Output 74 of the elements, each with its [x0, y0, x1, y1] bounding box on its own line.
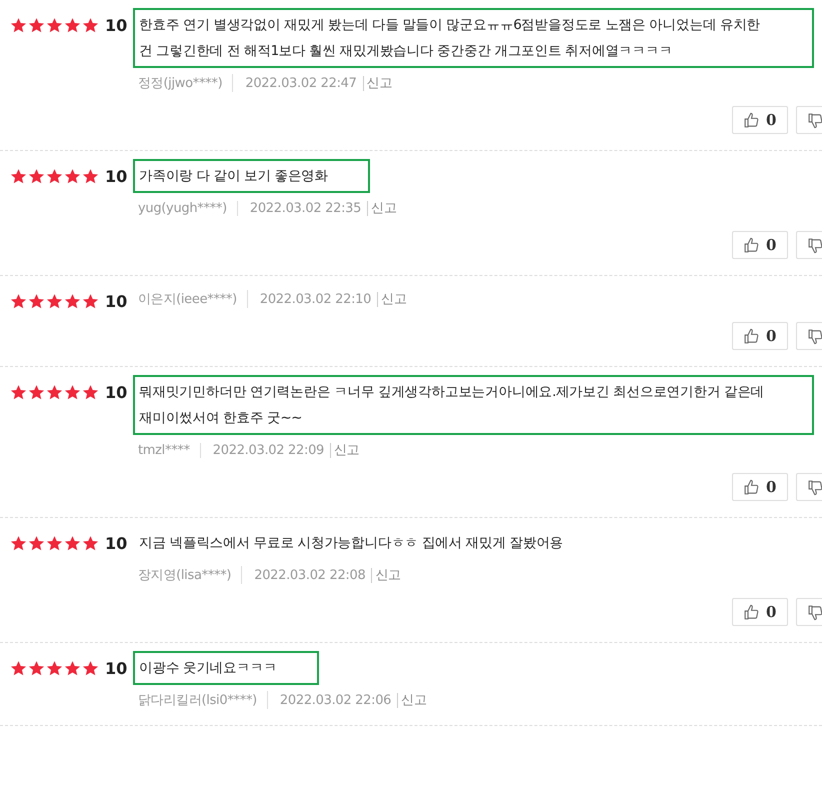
- star-icon: [64, 292, 81, 310]
- author-name: 정정(jjwo****): [138, 74, 234, 92]
- author-name: 장지영(lisa****): [138, 566, 242, 584]
- star-icon: [28, 168, 45, 184]
- author-name: 닭다리킬러(lsi0****): [138, 691, 268, 709]
- star-icon: [10, 16, 27, 34]
- like-button[interactable]: 0: [732, 231, 788, 259]
- star-icon: [82, 292, 99, 310]
- star-icon: [46, 292, 63, 310]
- like-button[interactable]: 0: [732, 598, 788, 626]
- star-icon: [10, 292, 27, 310]
- star-icon: [28, 534, 45, 552]
- report-link[interactable]: 신고: [372, 566, 401, 584]
- star-icon: [64, 660, 81, 676]
- thumbs-up-icon: [743, 478, 760, 496]
- star-icon: [46, 660, 63, 676]
- thumbs-up-icon: [743, 112, 760, 128]
- author-name: 이은지(ieee****): [138, 290, 248, 308]
- star-icon: [82, 168, 99, 184]
- author-name: yug(yugh****): [138, 200, 238, 216]
- review-date: 2022.03.02 22:08: [242, 568, 372, 582]
- thumbs-down-icon: [807, 604, 822, 620]
- thumbs-down-icon: [807, 328, 822, 344]
- star-icon: [82, 16, 99, 34]
- review-text: 이광수 웃기네요ㅋㅋㅋ: [133, 651, 319, 685]
- thumbs-down-icon: [807, 478, 822, 496]
- report-link[interactable]: 신고: [398, 691, 427, 709]
- star-icon: [10, 168, 27, 184]
- review-text: 뭐재밋기민하더만 연기력논란은 ㅋ너무 깊게생각하고보는거아니에요.제가보긴 최선으로연기한거 같은데 재미이썼서여 한효주 굿~~: [133, 375, 814, 435]
- like-button[interactable]: 0: [732, 473, 788, 501]
- review-text: 한효주 연기 별생각없이 재밌게 봤는데 다들 말들이 많군요ㅠㅠ6점받을정도로 노잼은 아니었는데 유치한건 그렇긴한데 전 해적1보다 훨씬 재밌게봤습니다 중간중간 개그포인트 취저에열ㅋㅋㅋㅋ: [133, 8, 814, 68]
- star-icon: [46, 384, 63, 400]
- star-icon: [64, 16, 81, 34]
- review-date: 2022.03.02 22:09: [200, 442, 332, 458]
- star-icon: [10, 534, 27, 552]
- review-text: 가족이랑 다 같이 보기 좋은영화: [133, 159, 370, 193]
- star-icon: [46, 168, 63, 184]
- star-icon: [28, 292, 45, 310]
- review-date: 2022.03.02 22:10: [248, 292, 378, 306]
- thumbs-up-icon: [743, 604, 760, 620]
- thumbs-down-icon: [807, 112, 822, 128]
- review-date: 2022.03.02 22:47: [233, 76, 364, 90]
- report-link[interactable]: 신고: [378, 290, 406, 308]
- rating-score: 10: [105, 534, 128, 552]
- rating-score: 10: [105, 166, 128, 186]
- thumbs-up-icon: [743, 236, 760, 254]
- star-icon: [10, 660, 27, 676]
- thumbs-down-icon: [807, 236, 822, 254]
- report-link[interactable]: 신고: [368, 199, 396, 217]
- star-icon: [46, 534, 63, 552]
- review-date: 2022.03.02 22:35: [238, 200, 368, 216]
- report-link[interactable]: 신고: [331, 441, 360, 459]
- rating-score: 10: [105, 16, 128, 34]
- rating-score: 10: [105, 658, 128, 678]
- review-text: 지금 넥플릭스에서 무료로 시청가능합니다ㅎㅎ 집에서 재밌게 잘봤어용: [138, 534, 564, 553]
- star-icon: [82, 534, 99, 552]
- star-icon: [64, 534, 81, 552]
- rating-score: 10: [105, 382, 128, 402]
- report-link[interactable]: 신고: [364, 74, 392, 92]
- star-icon: [82, 384, 99, 400]
- like-button[interactable]: 0: [732, 322, 788, 350]
- star-icon: [28, 384, 45, 400]
- review-date: 2022.03.02 22:06: [268, 692, 398, 708]
- star-icon: [64, 384, 81, 400]
- thumbs-up-icon: [743, 328, 760, 344]
- star-icon: [10, 384, 27, 400]
- star-icon: [46, 16, 63, 34]
- rating-score: 10: [105, 292, 128, 310]
- author-name: tmzl****: [138, 442, 201, 458]
- like-button[interactable]: 0: [732, 106, 788, 134]
- star-icon: [64, 168, 81, 184]
- star-icon: [28, 660, 45, 676]
- star-icon: [82, 660, 99, 676]
- star-icon: [28, 16, 45, 34]
